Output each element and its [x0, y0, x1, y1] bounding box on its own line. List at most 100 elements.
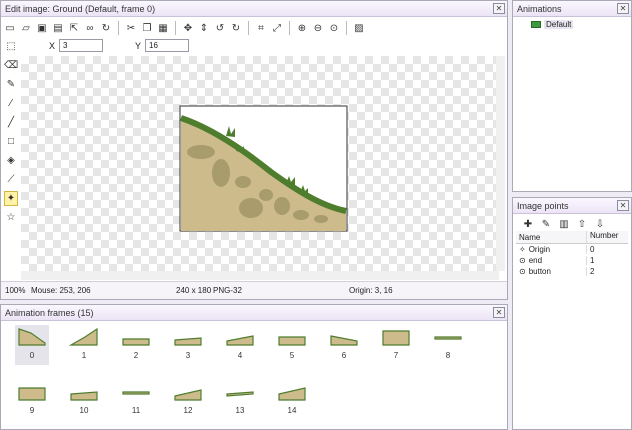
move-icon[interactable]: ✥: [181, 21, 195, 35]
image-size: 240 x 180: [176, 286, 212, 295]
animation-frame[interactable]: 12: [171, 380, 205, 420]
frame-number: 10: [79, 406, 89, 415]
frame-number: 2: [133, 351, 139, 360]
animations-title: Animations: [517, 3, 562, 14]
zoom-fit-icon[interactable]: ⊙: [327, 21, 341, 35]
frame-thumbnail: [68, 327, 98, 346]
move-up-icon[interactable]: ⇧: [575, 217, 589, 231]
animation-frame[interactable]: 7: [379, 325, 413, 365]
select-rect-icon[interactable]: ⬚: [4, 39, 18, 54]
toolbar-separator: [175, 21, 176, 35]
animation-frame[interactable]: 8: [431, 325, 465, 365]
animation-frame[interactable]: 11: [119, 380, 153, 420]
origin-point-icon: ✧: [519, 245, 526, 254]
animation-frame[interactable]: 3: [171, 325, 205, 365]
editor-close-button[interactable]: ✕: [493, 3, 505, 14]
table-row[interactable]: ⊙ end 1: [516, 255, 628, 266]
new-icon[interactable]: ▭: [3, 21, 17, 35]
image-editor-panel: Edit image: Ground (Default, frame 0) ✕ …: [0, 0, 508, 300]
open-icon[interactable]: ▱: [19, 21, 33, 35]
rock: [239, 198, 263, 218]
animation-frame[interactable]: 14: [275, 380, 309, 420]
point-number: 1: [586, 256, 626, 265]
zoom-in-icon[interactable]: ⊕: [295, 21, 309, 35]
zoom-out-icon[interactable]: ⊖: [311, 21, 325, 35]
toolbar-separator: [346, 21, 347, 35]
eyedropper-icon[interactable]: ⟋: [4, 172, 18, 187]
image-format: PNG-32: [213, 286, 242, 295]
image-points-title: Image points: [517, 200, 569, 211]
resize-icon[interactable]: ⤢: [270, 21, 284, 35]
animation-frame[interactable]: 10: [67, 380, 101, 420]
image-points-close-button[interactable]: ✕: [617, 200, 629, 211]
editor-statusbar: 100% Mouse: 253, 206 240 x 180 PNG-32 Or…: [1, 281, 507, 299]
crop-icon[interactable]: ⌗: [254, 21, 268, 35]
line-icon[interactable]: ╱: [4, 115, 18, 130]
save-all-icon[interactable]: ▤: [51, 21, 65, 35]
rock: [314, 215, 328, 223]
film-icon: [531, 21, 541, 28]
eraser-icon[interactable]: ⌫: [4, 58, 18, 73]
animation-frame[interactable]: 1: [67, 325, 101, 365]
animation-frames-panel: Animation frames (15) ✕ 0 1 2 3 4 5 6 7 8 9 10 11 12…: [0, 304, 508, 430]
rock: [293, 210, 309, 220]
frame-number: 4: [237, 351, 243, 360]
animation-frame[interactable]: 4: [223, 325, 257, 365]
animation-frame[interactable]: 9: [15, 380, 49, 420]
point-name: end: [528, 256, 543, 265]
delete-point-icon[interactable]: ▥: [557, 217, 571, 231]
image-canvas[interactable]: [21, 56, 499, 271]
frames-close-button[interactable]: ✕: [493, 307, 505, 318]
ground-sprite: [179, 105, 348, 232]
fill-icon[interactable]: ◈: [4, 153, 18, 168]
add-point-icon[interactable]: ✚: [521, 217, 535, 231]
x-input[interactable]: 3: [59, 39, 104, 52]
frame-number: 6: [341, 351, 347, 360]
canvas-horizontal-scrollbar[interactable]: [21, 271, 499, 280]
animation-item-default[interactable]: Default: [531, 20, 574, 29]
point-name: Origin: [528, 245, 551, 254]
pencil-icon[interactable]: ✎: [4, 77, 18, 92]
rotate-right-icon[interactable]: ↻: [229, 21, 243, 35]
frame-number: 0: [29, 351, 35, 360]
link-icon[interactable]: ∞: [83, 21, 97, 35]
copy-icon[interactable]: ❐: [140, 21, 154, 35]
column-header-number[interactable]: Number: [586, 231, 626, 243]
animation-frame[interactable]: 5: [275, 325, 309, 365]
move-vert-icon[interactable]: ⇕: [197, 21, 211, 35]
rock: [259, 189, 273, 201]
frame-thumbnail: [434, 336, 462, 340]
animation-frame[interactable]: 13: [223, 380, 257, 420]
frame-thumbnail: [226, 335, 254, 346]
save-icon[interactable]: ▣: [35, 21, 49, 35]
canvas-vertical-scrollbar[interactable]: [496, 56, 505, 271]
move-down-icon[interactable]: ⇩: [593, 217, 607, 231]
toolbar-separator: [248, 21, 249, 35]
edit-point-icon[interactable]: ✎: [539, 217, 553, 231]
origin-icon[interactable]: ✦: [4, 191, 18, 206]
table-row[interactable]: ⊙ button 2: [516, 266, 628, 277]
star-icon[interactable]: ☆: [4, 210, 18, 225]
cut-icon[interactable]: ✂: [124, 21, 138, 35]
image-points-table: Name Number ✧ Origin 0 ⊙ end 1 ⊙ button 2: [516, 231, 628, 277]
editor-title: Edit image: Ground (Default, frame 0): [5, 3, 156, 14]
y-input[interactable]: 16: [145, 39, 190, 52]
rotate-left-icon[interactable]: ↺: [213, 21, 227, 35]
y-label: Y: [135, 40, 142, 51]
frame-thumbnail: [174, 389, 202, 401]
properties-icon[interactable]: ▨: [352, 21, 366, 35]
rock: [187, 145, 215, 159]
rock: [235, 176, 251, 188]
table-row[interactable]: ✧ Origin 0: [516, 244, 628, 255]
paste-icon[interactable]: ▦: [156, 21, 170, 35]
animation-frame[interactable]: 0: [15, 325, 49, 365]
rect-icon[interactable]: □: [4, 134, 18, 149]
refresh-icon[interactable]: ↻: [99, 21, 113, 35]
column-header-name[interactable]: Name: [516, 231, 586, 243]
animation-frame[interactable]: 2: [119, 325, 153, 365]
toolbar-separator: [289, 21, 290, 35]
animations-close-button[interactable]: ✕: [617, 3, 629, 14]
animation-frame[interactable]: 6: [327, 325, 361, 365]
brush-icon[interactable]: ⁄: [4, 96, 18, 111]
export-icon[interactable]: ⇱: [67, 21, 81, 35]
